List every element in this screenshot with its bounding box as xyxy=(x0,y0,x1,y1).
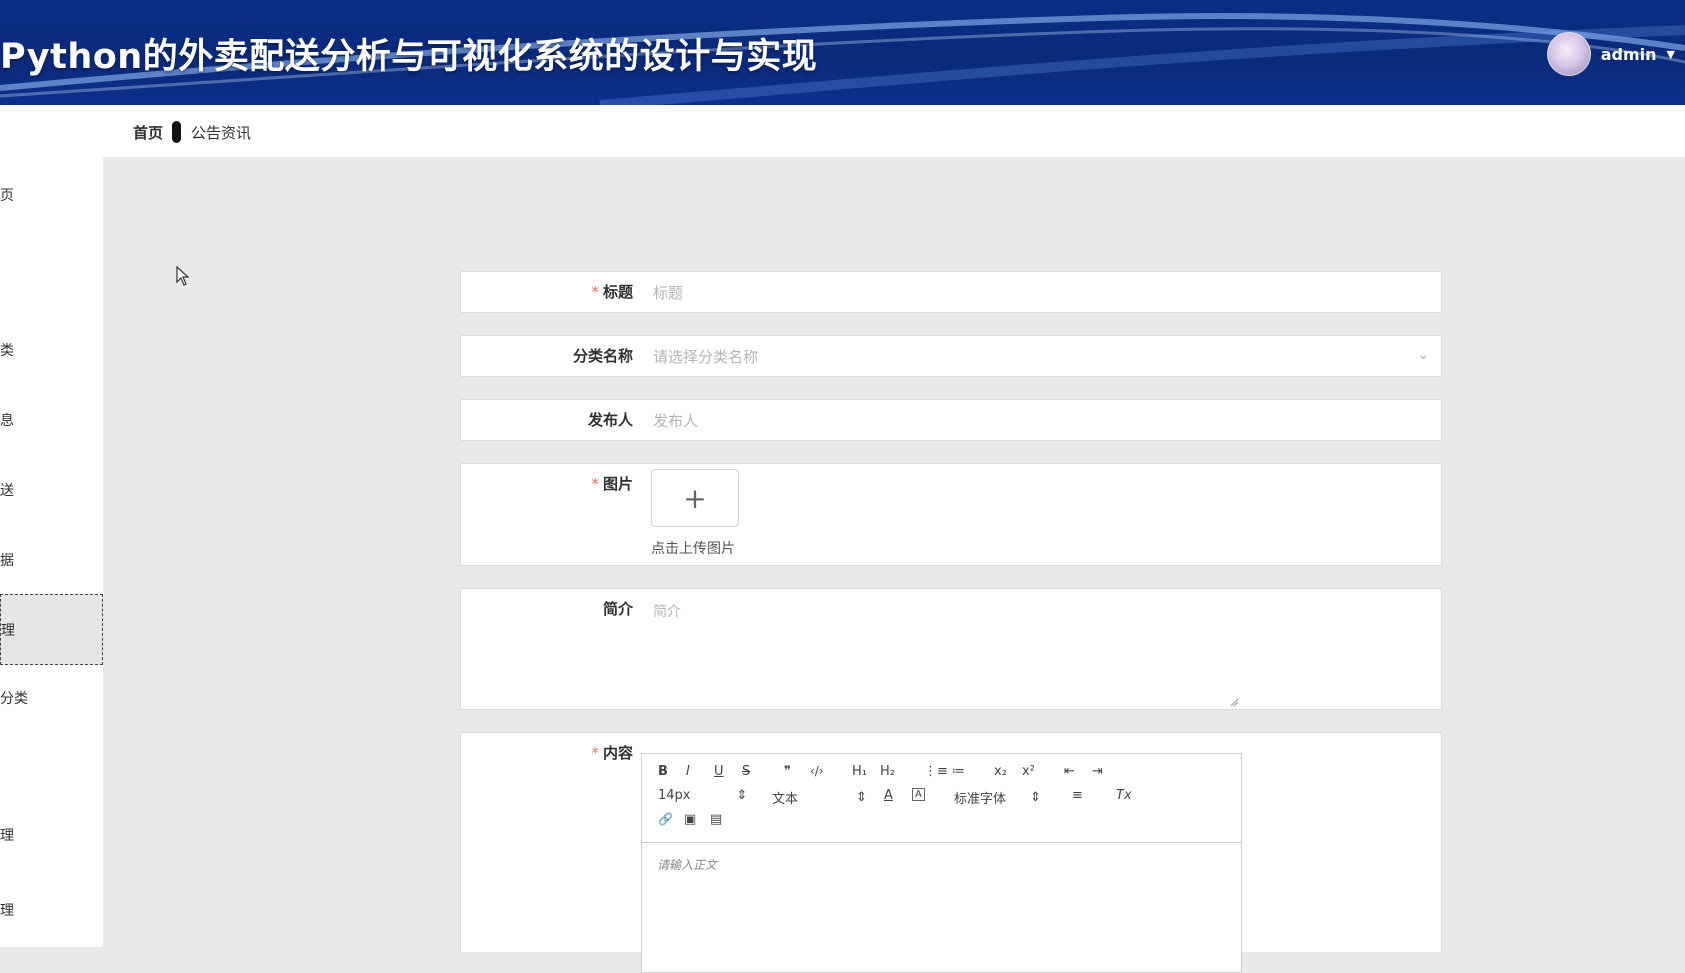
breadcrumb-separator-icon xyxy=(172,121,182,143)
indent-icon[interactable]: ⇥ xyxy=(1092,764,1103,779)
title-input[interactable]: 标题 xyxy=(653,282,1429,303)
form-row-image: * 图片 + 点击上传图片 xyxy=(460,463,1442,566)
h1-icon[interactable]: H₁ xyxy=(852,764,867,779)
font-family-select[interactable]: 标准字体 ⇕ xyxy=(954,788,1041,807)
underline-icon[interactable]: U xyxy=(714,764,724,779)
background-color-icon[interactable]: A xyxy=(912,788,925,801)
bullet-list-icon[interactable]: ≔ xyxy=(952,764,965,779)
sidebar-item-data[interactable]: 据 xyxy=(0,530,103,590)
sidebar-item-label: 讯分类 xyxy=(0,691,28,707)
required-mark: * xyxy=(591,475,599,493)
image-upload-button[interactable]: + xyxy=(651,469,739,527)
content-label: * 内容 xyxy=(461,742,633,763)
sidebar-item-label: 理 xyxy=(0,903,14,919)
title-label-text: 标题 xyxy=(602,283,633,301)
breadcrumb-home[interactable]: 首页 xyxy=(133,122,163,143)
sidebar-item-category[interactable]: 类 xyxy=(0,320,103,380)
outdent-icon[interactable]: ⇤ xyxy=(1064,764,1075,779)
user-menu[interactable]: admin ▼ xyxy=(1546,32,1675,76)
superscript-icon[interactable]: x² xyxy=(1022,764,1035,779)
rich-text-editor: B I U S ❞ ‹/› H₁ H₂ ⋮≡ ≔ x₂ x² ⇤ ⇥ 14px ⇕… xyxy=(641,753,1242,973)
title-label: * 标题 xyxy=(461,281,633,302)
upload-tip: 点击上传图片 xyxy=(651,541,735,557)
app-title: Python的外卖配送分析与可视化系统的设计与实现 xyxy=(0,37,818,77)
sidebar-item-label: 据 xyxy=(0,553,14,569)
h2-icon[interactable]: H₂ xyxy=(880,764,895,779)
avatar[interactable] xyxy=(1546,32,1591,76)
summary-textarea[interactable]: 简介 xyxy=(653,601,1429,621)
resize-handle-icon[interactable] xyxy=(1230,698,1239,707)
sidebar-item-info[interactable]: 息 xyxy=(0,390,103,450)
editor-toolbar: B I U S ❞ ‹/› H₁ H₂ ⋮≡ ≔ x₂ x² ⇤ ⇥ 14px ⇕… xyxy=(642,754,1241,843)
required-mark: * xyxy=(591,283,599,301)
code-icon[interactable]: ‹/› xyxy=(810,764,824,778)
form-row-summary: 简介 简介 xyxy=(460,588,1442,710)
sidebar-item-home[interactable]: 首页 xyxy=(0,165,103,225)
sidebar-item-label: 首页 xyxy=(0,188,14,204)
sidebar-item-admin[interactable]: 理 xyxy=(0,880,103,940)
sidebar-item-label: 送 xyxy=(0,483,14,499)
sidebar-item-label: 息 xyxy=(0,413,14,429)
required-mark: * xyxy=(591,744,599,762)
sidebar-item-label: 理 xyxy=(1,622,15,639)
top-header: Python的外卖配送分析与可视化系统的设计与实现 admin ▼ xyxy=(0,0,1685,105)
font-color-icon[interactable]: A xyxy=(884,788,893,803)
select-arrows-icon: ⇕ xyxy=(856,790,867,805)
plus-icon: + xyxy=(683,481,707,515)
breadcrumb-bar: 首页 公告资讯 xyxy=(103,105,1685,157)
sidebar-item-label: 管理 xyxy=(0,828,14,844)
caret-down-icon[interactable]: ▼ xyxy=(1667,48,1675,61)
breadcrumb: 首页 公告资讯 xyxy=(133,121,251,143)
summary-label: 简介 xyxy=(602,600,633,618)
editor-body[interactable]: 请输入正文 xyxy=(657,856,717,873)
username[interactable]: admin xyxy=(1601,45,1657,64)
sidebar-item-delivery[interactable]: 送 xyxy=(0,460,103,520)
category-select[interactable]: 请选择分类名称 xyxy=(653,346,1429,367)
publisher-input[interactable]: 发布人 xyxy=(653,410,1429,431)
sidebar-item-label: 类 xyxy=(0,343,14,359)
breadcrumb-current: 公告资讯 xyxy=(191,123,252,142)
image-label: * 图片 xyxy=(461,473,633,494)
strike-icon[interactable]: S xyxy=(742,764,750,779)
image-icon[interactable]: ▣ xyxy=(684,812,696,827)
form-row-publisher: 发布人 发布人 xyxy=(460,399,1442,441)
sidebar-item-management-active[interactable]: 理 xyxy=(0,594,103,665)
italic-icon[interactable]: I xyxy=(686,764,690,779)
content-label-text: 内容 xyxy=(602,744,633,762)
image-label-text: 图片 xyxy=(602,475,633,493)
link-icon[interactable]: 🔗 xyxy=(658,812,673,826)
font-size-select[interactable]: 14px ⇕ xyxy=(658,788,747,803)
align-icon[interactable]: ≡ xyxy=(1072,788,1083,803)
bold-icon[interactable]: B xyxy=(658,764,668,779)
chevron-down-icon[interactable]: ⌄ xyxy=(1417,347,1429,363)
ordered-list-icon[interactable]: ⋮≡ xyxy=(924,764,948,779)
form-row-category: 分类名称 请选择分类名称 ⌄ xyxy=(460,335,1442,377)
select-arrows-icon: ⇕ xyxy=(1030,790,1041,805)
sidebar-item-manage[interactable]: 管理 xyxy=(0,805,103,865)
clear-format-icon[interactable]: Tx xyxy=(1116,788,1132,803)
publisher-label: 发布人 xyxy=(587,411,633,429)
sidebar: 首页 类 息 送 据 理 讯分类 讯 管理 理 xyxy=(0,105,103,947)
select-arrows-icon: ⇕ xyxy=(736,788,748,803)
mouse-cursor-icon xyxy=(176,266,190,286)
quote-icon[interactable]: ❞ xyxy=(784,764,791,779)
subscript-icon[interactable]: x₂ xyxy=(994,764,1007,779)
form-row-content: * 内容 B I U S ❞ ‹/› H₁ H₂ ⋮≡ ≔ x₂ x² ⇤ ⇥ 1… xyxy=(460,732,1442,973)
sidebar-item-news-category[interactable]: 讯分类 xyxy=(0,668,103,728)
text-type-select[interactable]: 文本 ⇕ xyxy=(772,788,867,807)
category-label: 分类名称 xyxy=(572,347,633,365)
video-icon[interactable]: ▤ xyxy=(710,812,722,827)
sidebar-item-news[interactable]: 讯 xyxy=(0,737,103,797)
form-row-title: * 标题 标题 xyxy=(460,271,1442,313)
